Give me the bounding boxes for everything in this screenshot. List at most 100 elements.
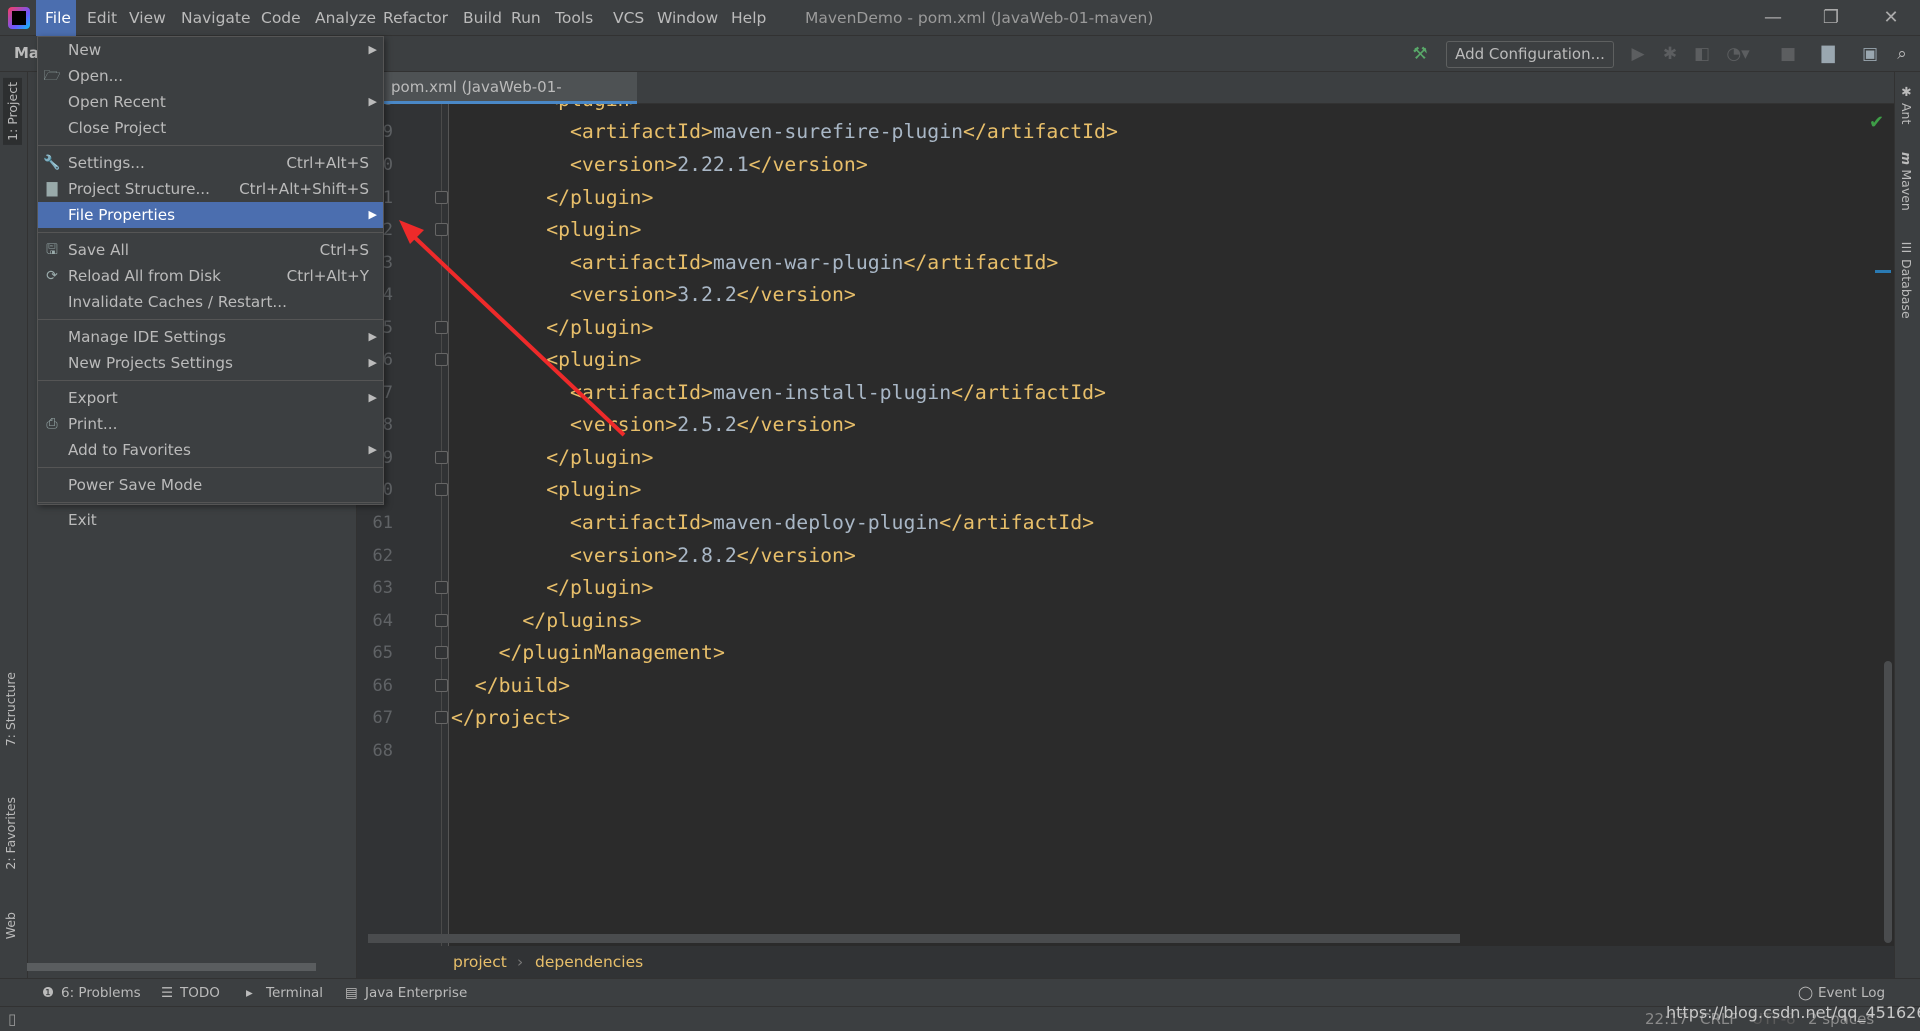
database-tool-button[interactable]: ☰ Database — [1899, 240, 1914, 319]
code-line[interactable]: </plugin> — [546, 442, 653, 474]
menu-edit[interactable]: Edit — [82, 0, 122, 36]
java-enterprise-tool-button[interactable]: Java Enterprise — [365, 979, 467, 1007]
code-line[interactable]: <plugin> — [546, 214, 641, 246]
todo-tool-button[interactable]: TODO — [180, 979, 220, 1007]
tab-pom-xml[interactable]: pom.xml (JavaWeb-01-maven)✕ — [383, 72, 637, 126]
tag: </project> — [451, 706, 571, 730]
code-line[interactable]: <artifactId>maven-install-plugin</artifa… — [570, 377, 1106, 409]
ant-tool-button[interactable]: ✱ Ant — [1899, 84, 1914, 124]
fold-marker-icon[interactable] — [435, 353, 448, 367]
code-line[interactable]: <plugin> — [546, 474, 641, 506]
fold-marker-icon[interactable] — [435, 483, 448, 497]
code-line[interactable]: </plugin> — [546, 312, 653, 344]
line-number: 68 — [372, 740, 393, 761]
code-line[interactable]: <version>2.8.2</version> — [570, 540, 856, 572]
code-line[interactable]: </plugins> — [522, 605, 641, 637]
fold-marker-icon[interactable] — [435, 678, 448, 692]
code-line[interactable]: </plugin> — [546, 572, 653, 604]
code-line[interactable]: </project> — [451, 702, 570, 734]
close-button[interactable]: ✕ — [1868, 0, 1914, 36]
search-icon[interactable]: ⌕ — [1890, 42, 1914, 66]
code-line[interactable]: <version>2.5.2</version> — [570, 409, 856, 441]
menu-item-exit[interactable]: Exit — [38, 507, 383, 533]
fold-marker-icon[interactable] — [435, 450, 448, 464]
menu-item-new-projects-settings[interactable]: New Projects Settings ▶ — [38, 350, 383, 376]
minimize-button[interactable]: — — [1750, 0, 1796, 36]
project-panel-scrollbar[interactable] — [27, 963, 316, 971]
menu-navigate[interactable]: Navigate — [176, 0, 256, 36]
code-line[interactable]: </plugin> — [546, 182, 653, 214]
close-tag: </version> — [736, 283, 856, 307]
code-editor[interactable]: 48<plugin>49<artifactId>maven-surefire-p… — [357, 104, 1894, 946]
fold-marker-icon[interactable] — [435, 320, 448, 334]
menu-window[interactable]: Window — [652, 0, 723, 36]
menu-item-invalidate-caches-restart[interactable]: Invalidate Caches / Restart... — [38, 289, 383, 315]
restore-button[interactable]: ❐ — [1808, 0, 1854, 36]
fold-marker-icon[interactable] — [435, 613, 448, 627]
line-number: 66 — [372, 675, 393, 696]
menu-item-manage-ide-settings[interactable]: Manage IDE Settings ▶ — [38, 324, 383, 350]
stop-icon[interactable]: ■ — [1776, 42, 1800, 66]
terminal-icon[interactable]: ▣ — [1858, 42, 1882, 66]
menu-tools[interactable]: Tools — [550, 0, 598, 36]
problems-tool-button[interactable]: 6: Problems — [61, 979, 141, 1007]
fold-marker-icon[interactable] — [435, 711, 448, 725]
menu-item-print[interactable]: ⎙ Print... — [38, 411, 383, 437]
code-line[interactable]: <artifactId>maven-surefire-plugin</artif… — [570, 116, 1118, 148]
horizontal-scrollbar[interactable] — [368, 934, 1460, 943]
code-line[interactable]: </pluginManagement> — [499, 637, 725, 669]
code-line[interactable]: <plugin> — [546, 104, 641, 116]
menu-item-open[interactable]: 🗁 Open... — [38, 63, 383, 89]
web-tool-button[interactable]: Web — [3, 912, 18, 939]
menu-code[interactable]: Code — [256, 0, 306, 36]
menu-item-export[interactable]: Export ▶ — [38, 385, 383, 411]
code-line[interactable]: <artifactId>maven-war-plugin</artifactId… — [570, 247, 1058, 279]
close-tag: </artifactId> — [963, 120, 1118, 144]
tag: <plugin> — [546, 104, 641, 111]
menu-item-close-project[interactable]: Close Project — [38, 115, 383, 141]
menu-item-new[interactable]: New ▶ — [38, 37, 383, 63]
fold-marker-icon[interactable] — [435, 223, 448, 237]
menu-analyze[interactable]: Analyze — [310, 0, 381, 36]
menu-view[interactable]: View — [124, 0, 171, 36]
code-line[interactable]: <version>3.2.2</version> — [570, 279, 856, 311]
run-icon[interactable]: ▶ — [1626, 42, 1650, 66]
menu-item-save-all[interactable]: 🖫 Save All Ctrl+S — [38, 237, 383, 263]
project-tool-button[interactable]: 1: Project — [3, 78, 22, 145]
menu-item-power-save-mode[interactable]: Power Save Mode — [38, 472, 383, 498]
fold-marker-icon[interactable] — [435, 581, 448, 595]
structure-tool-button[interactable]: 7: Structure — [3, 672, 18, 746]
fold-marker-icon[interactable] — [435, 646, 448, 660]
tool-windows-toggle-icon[interactable]: ▯ — [8, 1007, 16, 1031]
menu-item-add-to-favorites[interactable]: Add to Favorites ▶ — [38, 437, 383, 463]
code-line[interactable]: <artifactId>maven-deploy-plugin</artifac… — [570, 507, 1094, 539]
code-line[interactable]: <plugin> — [546, 344, 641, 376]
maven-tool-button[interactable]: m Maven — [1899, 152, 1914, 211]
favorites-tool-button[interactable]: 2: Favorites — [3, 797, 18, 870]
add-configuration-button[interactable]: Add Configuration... — [1446, 41, 1614, 68]
debug-icon[interactable]: ✱ — [1658, 42, 1682, 66]
hammer-icon[interactable]: ⚒ — [1408, 42, 1432, 66]
menu-item-settings[interactable]: 🔧 Settings... Ctrl+Alt+S — [38, 150, 383, 176]
menu-item-reload-all-from-disk[interactable]: ⟳ Reload All from Disk Ctrl+Alt+Y — [38, 263, 383, 289]
menu-item-open-recent[interactable]: Open Recent ▶ — [38, 89, 383, 115]
project-structure-icon[interactable]: ▇ — [1816, 42, 1840, 66]
fold-marker-icon[interactable] — [435, 190, 448, 204]
terminal-tool-button[interactable]: Terminal — [266, 979, 323, 1007]
project-name[interactable]: Ma — [14, 44, 39, 62]
menu-build[interactable]: Build — [458, 0, 507, 36]
menu-refactor[interactable]: Refactor — [378, 0, 453, 36]
breadcrumb-dependencies[interactable]: dependencies — [535, 946, 643, 978]
menu-item-project-structure[interactable]: ▇ Project Structure... Ctrl+Alt+Shift+S — [38, 176, 383, 202]
code-line[interactable]: </build> — [475, 670, 570, 702]
coverage-icon[interactable]: ◧ — [1690, 42, 1714, 66]
profile-icon[interactable]: ◔▾ — [1726, 42, 1750, 66]
code-line[interactable]: <version>2.22.1</version> — [570, 149, 868, 181]
menu-run[interactable]: Run — [506, 0, 546, 36]
menu-item-file-properties[interactable]: File Properties ▶ — [38, 202, 383, 228]
menu-file[interactable]: File — [36, 0, 76, 36]
vertical-scrollbar[interactable] — [1884, 661, 1892, 943]
breadcrumb-project[interactable]: project — [453, 946, 507, 978]
menu-help[interactable]: Help — [726, 0, 771, 36]
menu-vcs[interactable]: VCS — [608, 0, 649, 36]
